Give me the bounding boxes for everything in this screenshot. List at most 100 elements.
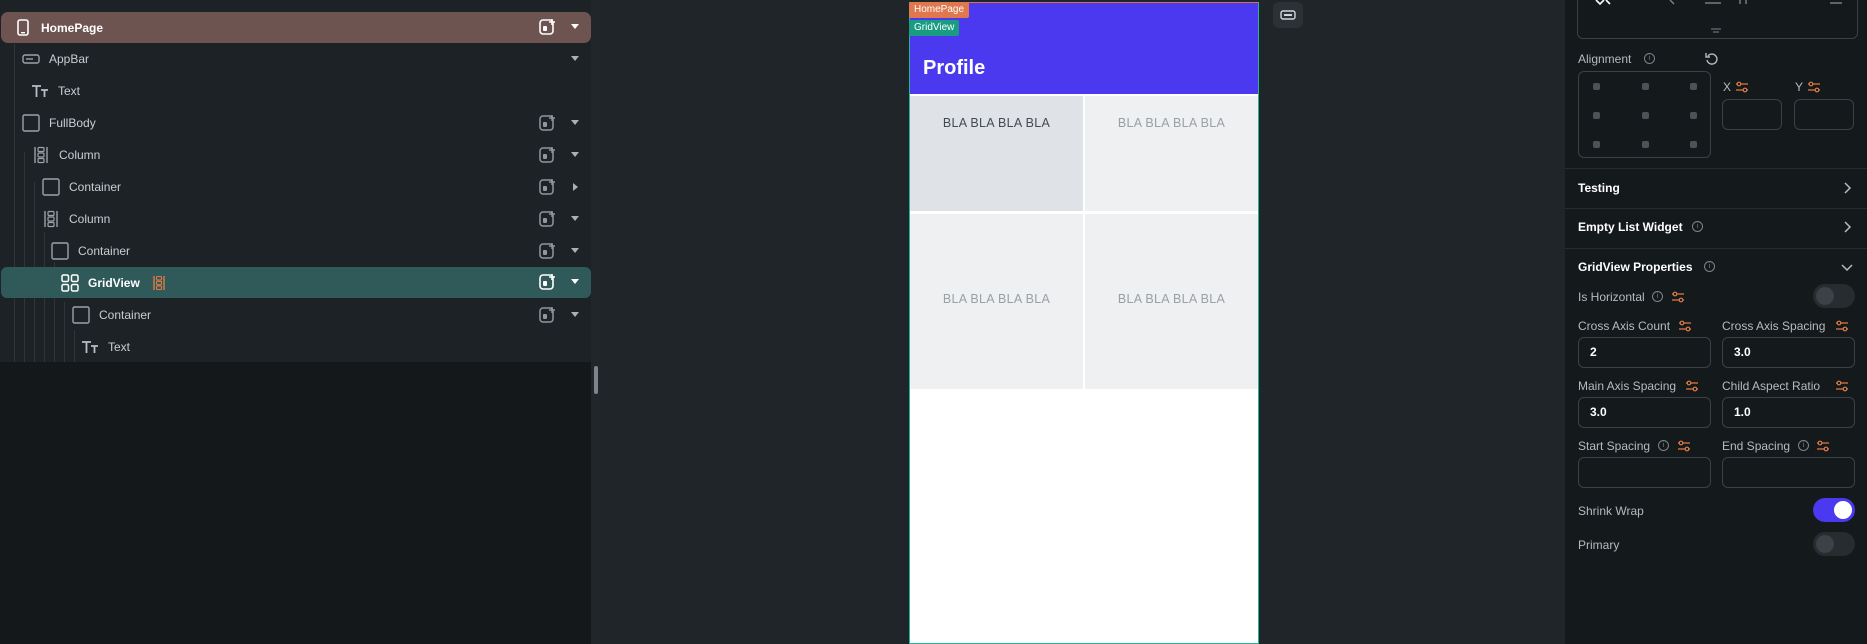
- tree-item-container[interactable]: Container: [72, 300, 591, 330]
- section-divider: [1565, 208, 1867, 209]
- tree-item-text[interactable]: Text: [31, 76, 591, 106]
- primary-toggle[interactable]: [1813, 532, 1855, 556]
- tree-item-container[interactable]: Container: [51, 236, 591, 266]
- tree-item-fullbody[interactable]: FullBody: [22, 108, 591, 138]
- is-horizontal-toggle[interactable]: [1813, 284, 1855, 308]
- info-icon[interactable]: i: [1704, 261, 1715, 272]
- options-icon[interactable]: [1816, 440, 1830, 452]
- chevron-down-icon[interactable]: [571, 216, 579, 221]
- tree-item-label: Column: [69, 212, 111, 226]
- start-spacing-label: Start Spacing: [1578, 439, 1651, 453]
- chevron-down-icon[interactable]: [571, 152, 579, 157]
- x-label: X: [1723, 80, 1732, 94]
- phone-icon: [14, 19, 32, 37]
- add-widget-icon[interactable]: [539, 273, 557, 291]
- options-icon[interactable]: [1835, 320, 1849, 332]
- info-icon[interactable]: i: [1692, 221, 1703, 232]
- tree-item-appbar[interactable]: AppBar: [22, 44, 591, 74]
- info-icon[interactable]: i: [1644, 53, 1655, 64]
- add-widget-icon[interactable]: [539, 178, 557, 196]
- is-horizontal-label: Is Horizontal: [1578, 290, 1645, 304]
- alignment-picker[interactable]: [1578, 71, 1711, 158]
- splitter-handle[interactable]: [594, 366, 598, 394]
- chevron-down-icon[interactable]: [571, 248, 579, 253]
- drag-handle-icon: [1711, 28, 1721, 33]
- tree-item-column[interactable]: Column: [32, 140, 591, 170]
- end-spacing-input[interactable]: [1722, 457, 1855, 488]
- x-input[interactable]: [1722, 99, 1782, 130]
- main-axis-spacing-label: Main Axis Spacing: [1578, 379, 1677, 393]
- tree-item-text[interactable]: Text: [81, 332, 591, 362]
- tree-item-container[interactable]: Container: [42, 172, 591, 202]
- tree-item-column[interactable]: Column: [42, 204, 591, 234]
- alignment-dot[interactable]: [1593, 141, 1600, 148]
- options-icon[interactable]: [1685, 380, 1699, 392]
- info-icon[interactable]: i: [1658, 440, 1669, 451]
- add-widget-icon[interactable]: [539, 146, 557, 164]
- add-widget-icon[interactable]: [539, 210, 557, 228]
- alignment-dot[interactable]: [1690, 83, 1697, 90]
- tree-item-gridview[interactable]: GridView: [1, 267, 591, 298]
- options-icon[interactable]: [1678, 320, 1692, 332]
- chevron-down-icon[interactable]: [571, 120, 579, 125]
- tree-item-label: Text: [108, 340, 131, 354]
- gridview-properties-section-header[interactable]: GridView Properties i: [1565, 248, 1867, 284]
- add-widget-icon[interactable]: [539, 114, 557, 132]
- grid-cell[interactable]: BLA BLA BLA BLA: [1085, 214, 1258, 389]
- shrink-wrap-toggle[interactable]: [1813, 498, 1855, 522]
- alignment-dot[interactable]: [1642, 112, 1649, 119]
- chevron-right-icon: [1844, 182, 1852, 194]
- container-icon: [42, 178, 60, 196]
- tree-guide: [64, 302, 65, 362]
- gridview-tag: GridView: [909, 20, 960, 36]
- options-icon[interactable]: [1671, 291, 1685, 303]
- info-icon[interactable]: i: [1652, 291, 1663, 302]
- empty-list-widget-section-header[interactable]: Empty List Widget i: [1565, 208, 1867, 248]
- device-preview[interactable]: Profile HomePage GridView BLA BLA BLA BL…: [909, 2, 1259, 644]
- grid-cell[interactable]: BLA BLA BLA BLA: [910, 214, 1083, 389]
- chevron-down-icon[interactable]: [571, 24, 579, 29]
- homepage-tag: HomePage: [909, 2, 970, 18]
- alignment-dot[interactable]: [1642, 141, 1649, 148]
- toggle-knob: [1834, 501, 1852, 519]
- alignment-dot[interactable]: [1593, 83, 1600, 90]
- tree-item-homepage[interactable]: HomePage: [1, 12, 591, 43]
- grid-cell[interactable]: BLA BLA BLA BLA: [910, 96, 1083, 211]
- alignment-dot[interactable]: [1690, 141, 1697, 148]
- add-widget-icon[interactable]: [539, 18, 557, 36]
- reset-icon[interactable]: [1705, 52, 1719, 66]
- section-divider: [1565, 168, 1867, 169]
- add-widget-icon[interactable]: [539, 242, 557, 260]
- alignment-dot[interactable]: [1593, 112, 1600, 119]
- chevron-down-icon[interactable]: [571, 312, 579, 317]
- chevron-down-icon[interactable]: [571, 279, 579, 284]
- options-icon[interactable]: [1835, 380, 1849, 392]
- child-aspect-ratio-label: Child Aspect Ratio: [1722, 379, 1821, 393]
- device-toggle-button[interactable]: [1273, 2, 1303, 28]
- start-spacing-input[interactable]: [1578, 457, 1711, 488]
- main-axis-spacing-input[interactable]: 3.0: [1578, 397, 1711, 428]
- add-widget-icon[interactable]: [539, 306, 557, 324]
- tree-item-label: Text: [58, 84, 81, 98]
- grid-cell-text: BLA BLA BLA BLA: [942, 292, 1051, 306]
- chevron-down-icon[interactable]: [571, 56, 579, 61]
- tree-item-label: Column: [59, 148, 101, 162]
- tree-item-label: Container: [69, 180, 122, 194]
- grid-cell[interactable]: BLA BLA BLA BLA: [1085, 96, 1258, 211]
- child-aspect-ratio-input[interactable]: 1.0: [1722, 397, 1855, 428]
- tree-item-label: Container: [78, 244, 131, 258]
- y-input[interactable]: [1794, 99, 1854, 130]
- alignment-dot[interactable]: [1642, 83, 1649, 90]
- options-icon[interactable]: [1735, 81, 1749, 93]
- chevron-right-icon[interactable]: [573, 183, 578, 191]
- alignment-dot[interactable]: [1690, 112, 1697, 119]
- cross-axis-count-input[interactable]: 2: [1578, 337, 1711, 368]
- end-spacing-label: End Spacing: [1722, 439, 1791, 453]
- panel-splitter[interactable]: [591, 0, 601, 644]
- options-icon[interactable]: [1677, 440, 1691, 452]
- tree-guide: [74, 330, 75, 362]
- cross-axis-spacing-input[interactable]: 3.0: [1722, 337, 1855, 368]
- testing-section-header[interactable]: Testing: [1565, 168, 1867, 208]
- options-icon[interactable]: [1807, 81, 1821, 93]
- info-icon[interactable]: i: [1798, 440, 1809, 451]
